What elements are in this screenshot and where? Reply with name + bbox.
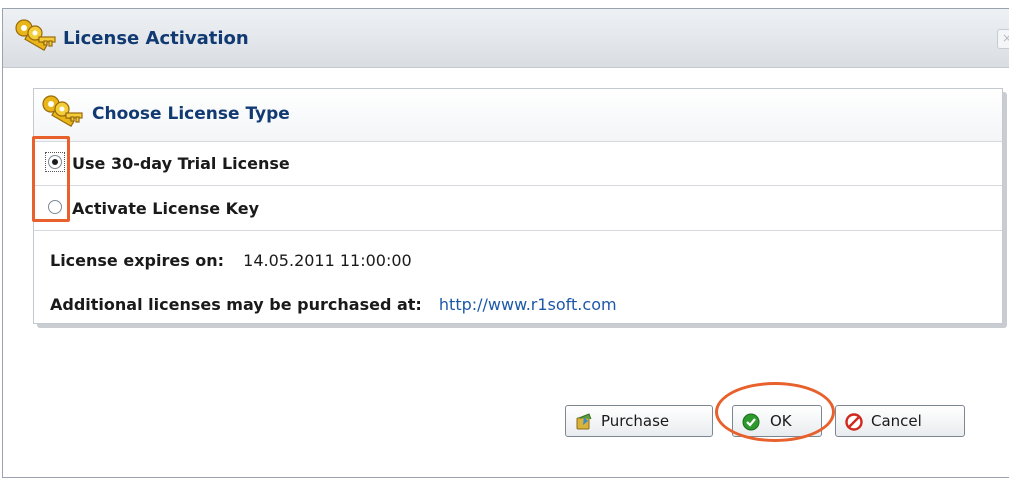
license-activation-dialog: License Activation × Choose License Type… [2, 8, 1009, 478]
option-trial-label[interactable]: Use 30-day Trial License [72, 154, 290, 173]
cancel-label: Cancel [871, 412, 922, 430]
option-trial-license[interactable]: Use 30-day Trial License [34, 141, 1002, 186]
purchase-text: Additional licenses may be purchased at: [50, 295, 422, 314]
close-button[interactable]: × [997, 29, 1009, 49]
panel-title: Choose License Type [92, 104, 290, 124]
dialog-titlebar[interactable]: License Activation × [3, 9, 1009, 68]
purchase-label: Purchase [601, 412, 670, 430]
keys-icon [13, 17, 59, 61]
radio-highlight-annotation [32, 136, 70, 222]
panel-header: Choose License Type [34, 89, 1002, 142]
purchase-link[interactable]: http://www.r1soft.com [439, 295, 617, 314]
cancel-button[interactable]: Cancel [835, 405, 965, 437]
close-icon: × [1002, 31, 1009, 45]
license-expiry-line: License expires on: 14.05.2011 11:00:00 [50, 251, 412, 270]
option-activate-key[interactable]: Activate License Key [34, 186, 1002, 231]
dialog-title: License Activation [63, 28, 249, 49]
purchase-info-line: Additional licenses may be purchased at:… [50, 295, 617, 314]
option-activate-label[interactable]: Activate License Key [72, 199, 259, 218]
cancel-icon [845, 413, 863, 435]
expires-label: License expires on: [50, 251, 225, 270]
ok-highlight-annotation [715, 382, 835, 442]
purchase-icon [575, 413, 593, 435]
license-type-panel: Choose License Type Use 30-day Trial Lic… [33, 88, 1003, 324]
keys-icon [40, 93, 86, 137]
purchase-button[interactable]: Purchase [565, 405, 713, 437]
expires-value: 14.05.2011 11:00:00 [243, 251, 412, 270]
